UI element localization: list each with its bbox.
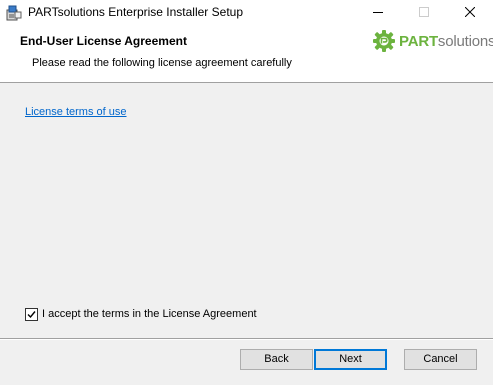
minimize-icon xyxy=(373,6,383,20)
accept-terms-row[interactable]: I accept the terms in the License Agreem… xyxy=(25,306,257,322)
brand-name: PARTsolutions xyxy=(399,33,493,51)
maximize-icon xyxy=(419,6,429,20)
license-terms-link[interactable]: License terms of use xyxy=(25,105,127,119)
accept-terms-label[interactable]: I accept the terms in the License Agreem… xyxy=(42,307,257,321)
accept-terms-checkbox[interactable] xyxy=(25,307,38,321)
next-button[interactable]: Next xyxy=(314,349,387,370)
close-icon xyxy=(464,6,476,20)
title-bar[interactable]: PARTsolutions Enterprise Installer Setup xyxy=(0,0,493,25)
installer-window: PARTsolutions Enterprise Installer Setup… xyxy=(0,0,493,385)
footer-divider xyxy=(0,338,493,340)
window-title: PARTsolutions Enterprise Installer Setup xyxy=(28,5,243,19)
maximize-button xyxy=(401,0,447,25)
brand-name-solutions: solutions xyxy=(437,33,493,50)
partsolutions-gear-logo-icon xyxy=(373,29,395,55)
banner-header: End-User License Agreement Please read t… xyxy=(0,25,493,83)
close-button[interactable] xyxy=(447,0,493,25)
page-title: End-User License Agreement xyxy=(20,34,187,48)
partsolutions-logo: PARTsolutions xyxy=(373,29,493,55)
license-content: License terms of use I accept the terms … xyxy=(0,83,493,338)
checkmark-icon xyxy=(27,310,36,318)
brand-name-part: PART xyxy=(399,33,438,50)
back-button[interactable]: Back xyxy=(240,349,313,370)
minimize-button[interactable] xyxy=(355,0,401,25)
page-subtitle: Please read the following license agreem… xyxy=(32,57,292,69)
cancel-button[interactable]: Cancel xyxy=(404,349,477,370)
installer-icon xyxy=(6,5,22,21)
